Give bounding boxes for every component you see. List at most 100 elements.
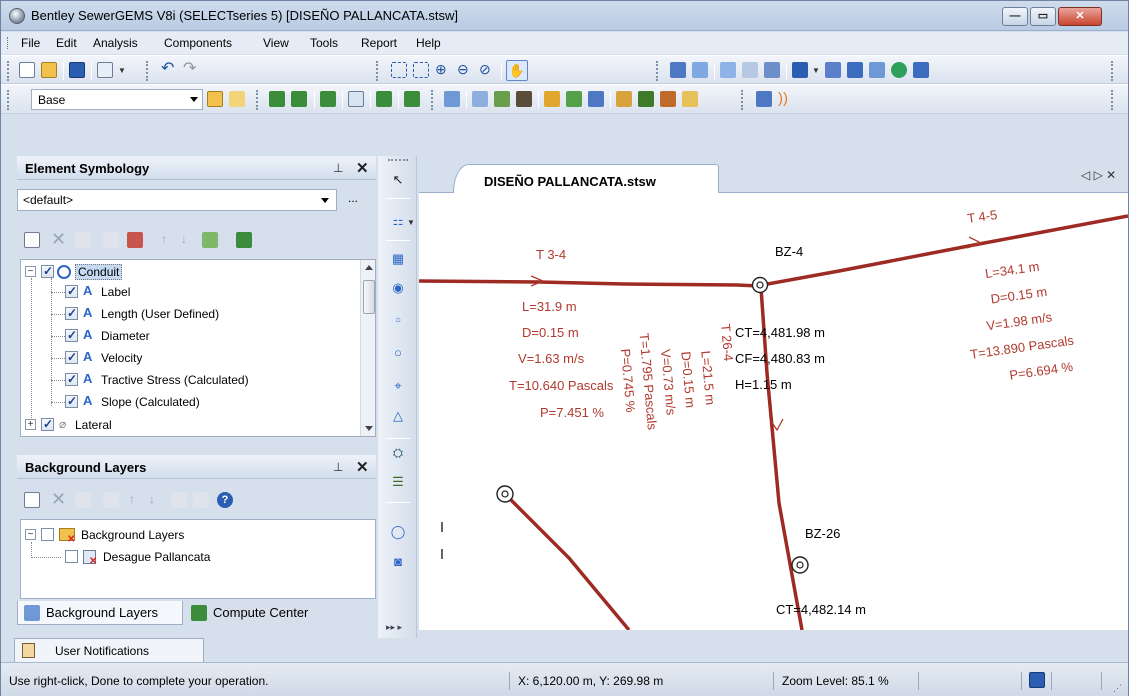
scenario-folder-icon[interactable] <box>207 91 223 107</box>
checkbox[interactable] <box>65 394 78 408</box>
move-top-icon[interactable] <box>171 492 187 508</box>
menu-view[interactable]: View <box>263 36 289 50</box>
zoom-out-icon[interactable]: ⊖ <box>457 62 473 78</box>
zoom-window-icon[interactable] <box>413 62 429 78</box>
collapse-icon[interactable]: − <box>25 529 36 540</box>
menu-help[interactable]: Help <box>416 36 441 50</box>
property-tool-icon[interactable]: ◙ <box>390 554 406 570</box>
user-notifications-tab[interactable]: User Notifications <box>14 638 204 662</box>
manhole-tool-icon[interactable]: ◉ <box>390 280 406 296</box>
manhole-unlabeled[interactable] <box>496 485 514 503</box>
refresh-icon[interactable] <box>202 232 218 248</box>
engineering-libraries-icon[interactable] <box>472 91 488 107</box>
profiles-icon[interactable] <box>891 62 907 78</box>
maximize-button[interactable]: ▭ <box>1030 7 1056 26</box>
checkbox[interactable] <box>41 528 54 541</box>
checkbox[interactable] <box>65 372 78 386</box>
scroll-up-icon[interactable] <box>365 265 373 270</box>
symbology-scrollbar[interactable] <box>360 260 375 436</box>
gis-icon[interactable] <box>660 91 676 107</box>
undo-icon[interactable]: ↶ <box>161 61 177 78</box>
move-bottom-icon[interactable] <box>193 492 209 508</box>
database-icon[interactable] <box>682 91 698 107</box>
conduit-unlabeled[interactable] <box>504 493 631 630</box>
catchment-icon[interactable] <box>616 91 632 107</box>
scroll-down-icon[interactable] <box>365 426 373 431</box>
edit-icon[interactable] <box>103 492 119 508</box>
rss-icon[interactable]: )) <box>778 91 794 107</box>
tree-row-background-layers[interactable]: − ✕ Background Layers <box>25 526 355 545</box>
tree-row-length[interactable]: A Length (User Defined) <box>25 305 355 323</box>
drawing-canvas[interactable]: T 3-4 L=31.9 m D=0.15 m V=1.63 m/s T=10.… <box>419 193 1128 630</box>
checkbox[interactable] <box>41 417 54 431</box>
tree-row-diameter[interactable]: A Diameter <box>25 327 355 345</box>
cross-section-tool-icon[interactable]: ◯ <box>390 524 406 540</box>
zoom-previous-icon[interactable]: ⊘ <box>479 62 495 78</box>
alternatives-icon[interactable] <box>348 91 364 107</box>
delete-icon[interactable]: ✕ <box>51 230 67 248</box>
scenario-combo[interactable]: Base <box>31 89 203 110</box>
storm-data-icon[interactable] <box>516 91 532 107</box>
edit-icon[interactable] <box>103 232 119 248</box>
tab-navigation-controls[interactable]: ◁ ▷ ✕ <box>1081 168 1116 182</box>
tree-row-velocity[interactable]: A Velocity <box>25 349 355 367</box>
checkbox[interactable] <box>41 264 54 278</box>
report-icon[interactable] <box>756 91 772 107</box>
help-icon[interactable]: ? <box>217 492 233 508</box>
move-up-icon[interactable]: ↑ <box>161 232 177 248</box>
select-icon[interactable]: ↖ <box>390 172 406 188</box>
tab-compute-center[interactable]: Compute Center <box>185 601 316 625</box>
print-dropdown-icon[interactable]: ▼ <box>118 66 126 75</box>
close-window-button[interactable]: ✕ <box>1058 7 1102 26</box>
network-drawing[interactable]: T 3-4 L=31.9 m D=0.15 m V=1.63 m/s T=10.… <box>419 193 1128 630</box>
close-panel-icon[interactable]: ✕ <box>356 458 369 476</box>
manhole-bz26[interactable] <box>791 556 809 574</box>
layout-icon[interactable] <box>792 62 808 78</box>
tree-row-tractive-stress[interactable]: A Tractive Stress (Calculated) <box>25 371 355 389</box>
menu-report[interactable]: Report <box>361 36 397 50</box>
expand-icon[interactable]: + <box>25 419 36 430</box>
profile-combo[interactable]: <default> <box>17 189 337 211</box>
more-button[interactable]: ... <box>348 191 358 205</box>
tree-row-label[interactable]: A Label <box>25 283 355 301</box>
save-status-icon[interactable] <box>1029 672 1045 688</box>
graphs-icon[interactable] <box>720 62 736 78</box>
pond-tool-icon[interactable]: △ <box>390 408 406 424</box>
checkbox[interactable] <box>65 350 78 364</box>
terrain-icon[interactable] <box>566 91 582 107</box>
catchment-tool-icon[interactable]: ▦ <box>390 251 406 267</box>
prototype-icon[interactable] <box>764 62 780 78</box>
scenarios-icon[interactable] <box>376 91 392 107</box>
pin-icon[interactable]: ⊥ <box>333 460 343 474</box>
compute-icon[interactable] <box>269 91 285 107</box>
rename-icon[interactable] <box>75 492 91 508</box>
tree-row-conduit[interactable]: − Conduit <box>25 263 355 281</box>
checkbox[interactable] <box>65 328 78 342</box>
element-properties-icon[interactable] <box>670 62 686 78</box>
calculation-options-icon[interactable] <box>320 91 336 107</box>
wet-well-tool-icon[interactable]: ☰ <box>390 474 406 490</box>
menu-edit[interactable]: Edit <box>56 36 77 50</box>
delete-icon[interactable]: ✕ <box>51 490 67 508</box>
move-up-icon[interactable]: ↑ <box>129 492 145 508</box>
network-navigator-icon[interactable] <box>444 91 460 107</box>
add-annotation-icon[interactable] <box>127 232 143 248</box>
add-folder-icon[interactable] <box>236 232 252 248</box>
conduit-t3-4[interactable] <box>419 279 760 288</box>
query-icon[interactable] <box>742 62 758 78</box>
pan-icon[interactable]: ✋ <box>506 60 528 81</box>
color-coding-icon[interactable] <box>825 62 841 78</box>
move-down-icon[interactable]: ↓ <box>181 232 197 248</box>
loading-icon[interactable] <box>544 91 560 107</box>
manhole-bz4[interactable] <box>751 276 769 294</box>
chevron-down-icon[interactable]: ▼ <box>407 218 415 227</box>
zoom-extents-icon[interactable] <box>391 62 407 78</box>
checkbox[interactable] <box>65 306 78 320</box>
search-icon[interactable] <box>588 91 604 107</box>
contours-icon[interactable] <box>869 62 885 78</box>
flex-tables-icon[interactable] <box>692 62 708 78</box>
minimize-button[interactable]: — <box>1002 7 1028 26</box>
tree-row-lateral[interactable]: + ⌀ Lateral <box>25 416 355 434</box>
strip-overflow-icon[interactable]: ▸▸ ▸ <box>386 622 402 633</box>
menu-file[interactable]: File <box>21 36 40 50</box>
